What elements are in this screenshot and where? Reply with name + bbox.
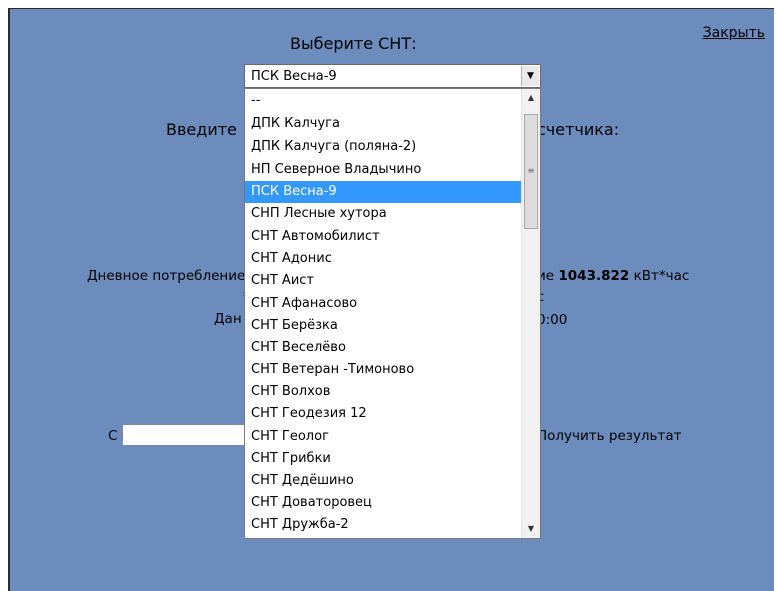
list-item[interactable]: СНТ Грибки — [245, 448, 522, 470]
scroll-down-arrow-icon[interactable]: ▼ — [522, 520, 540, 538]
list-item[interactable]: СНТ Дедёшино — [245, 470, 522, 492]
snt-select[interactable]: ПСК Весна-9 ▼ — [244, 64, 541, 88]
list-item[interactable]: СНТ Веселёво — [245, 337, 522, 359]
list-item[interactable]: СНТ Адонис — [245, 248, 522, 270]
list-item[interactable]: СНТ Волхов — [245, 381, 522, 403]
consumption-number: 1043.822 — [558, 268, 630, 284]
list-item[interactable]: СНП Лесные хутора — [245, 203, 522, 225]
dropdown-scrollbar[interactable]: ▲ ≡ ▼ — [521, 89, 540, 538]
enter-label: Введите — [166, 120, 237, 139]
daily-consumption-label: Дневное потребление — [87, 268, 246, 284]
snt-dropdown-list[interactable]: -- ДПК Калчуга ДПК Калчуга (поляна-2) НП… — [244, 88, 541, 539]
list-item[interactable]: НП Северное Владычино — [245, 159, 522, 181]
get-result-button[interactable]: Получить результат — [537, 428, 682, 444]
scrollbar-thumb[interactable]: ≡ — [524, 114, 538, 229]
consumption-value: ие 1043.822 кВт*час — [537, 268, 689, 284]
scroll-up-arrow-icon[interactable]: ▲ — [522, 89, 540, 107]
consumption-unit: кВт*час — [633, 268, 690, 284]
list-item[interactable]: СНТ Геодезия 12 — [245, 403, 522, 425]
meter-label: счетчика: — [537, 120, 620, 139]
list-item[interactable]: -- — [245, 90, 522, 112]
date-label-fragment: Дан — [214, 311, 242, 327]
list-item[interactable]: СНТ Афанасово — [245, 293, 522, 315]
list-item[interactable]: СНТ Ветеран -Тимоново — [245, 359, 522, 381]
list-item[interactable]: СНТ Автомобилист — [245, 226, 522, 248]
list-item[interactable]: СНТ Дружба-2 — [245, 514, 522, 536]
list-item[interactable]: ДПК Калчуга — [245, 113, 522, 135]
time-fragment: 0:00 — [537, 312, 568, 328]
list-item-selected[interactable]: ПСК Весна-9 — [245, 181, 522, 203]
from-date-input[interactable] — [122, 424, 248, 446]
select-title: Выберите СНТ: — [290, 34, 417, 53]
from-label: С — [108, 428, 118, 444]
close-link[interactable]: Закрыть — [703, 25, 765, 41]
grip-icon: ≡ — [527, 166, 535, 175]
chevron-down-icon[interactable]: ▼ — [521, 66, 539, 86]
list-item[interactable]: СНТ Геолог — [245, 426, 522, 448]
list-item[interactable]: СНТ Берёзка — [245, 315, 522, 337]
list-item[interactable]: СНТ Аист — [245, 270, 522, 292]
list-item[interactable]: СНТ Доваторовец — [245, 492, 522, 514]
snt-select-value: ПСК Весна-9 — [251, 69, 337, 84]
list-item[interactable]: ДПК Калчуга (поляна-2) — [245, 136, 522, 158]
